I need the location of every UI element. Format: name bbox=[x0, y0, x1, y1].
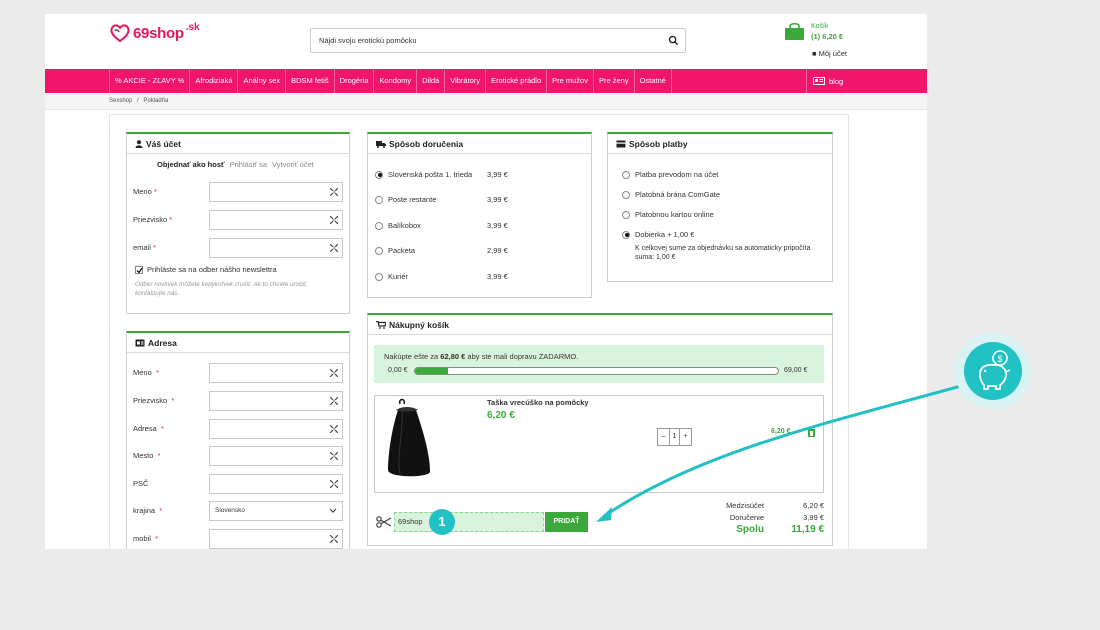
callout-arrow bbox=[596, 382, 969, 522]
piggy-bank-glyph-icon: $ bbox=[979, 350, 1011, 390]
svg-text:$: $ bbox=[997, 354, 1002, 364]
piggy-bank-icon: $ bbox=[964, 342, 1022, 400]
